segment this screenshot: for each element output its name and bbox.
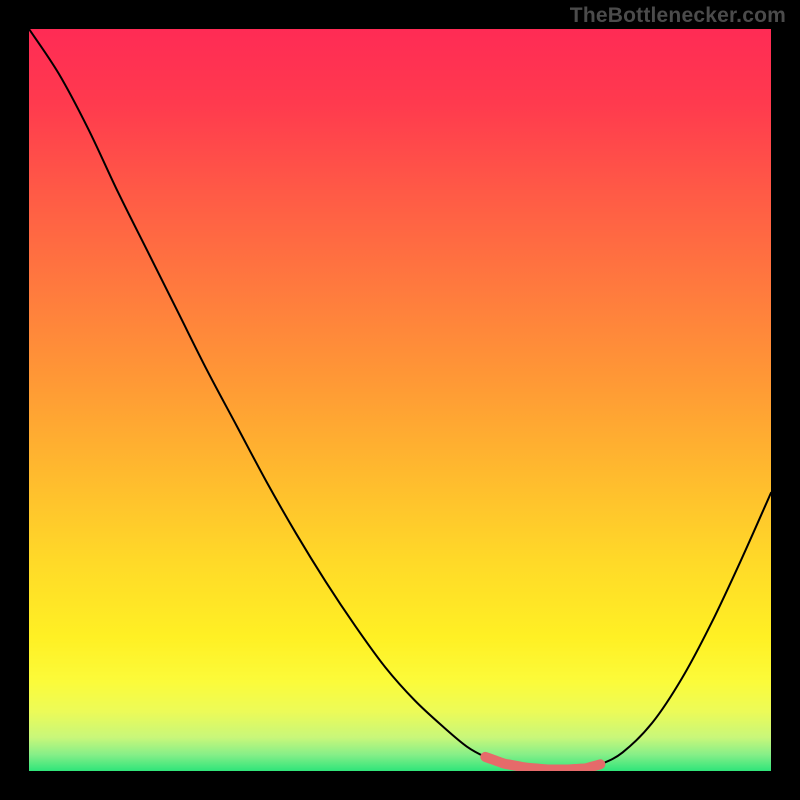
main-curve (29, 29, 771, 770)
watermark-text: TheBottlenecker.com (570, 4, 786, 28)
chart-stage: TheBottlenecker.com (0, 0, 800, 800)
plot-area (29, 29, 771, 771)
curves-layer (29, 29, 771, 771)
accent-segment (485, 757, 600, 770)
